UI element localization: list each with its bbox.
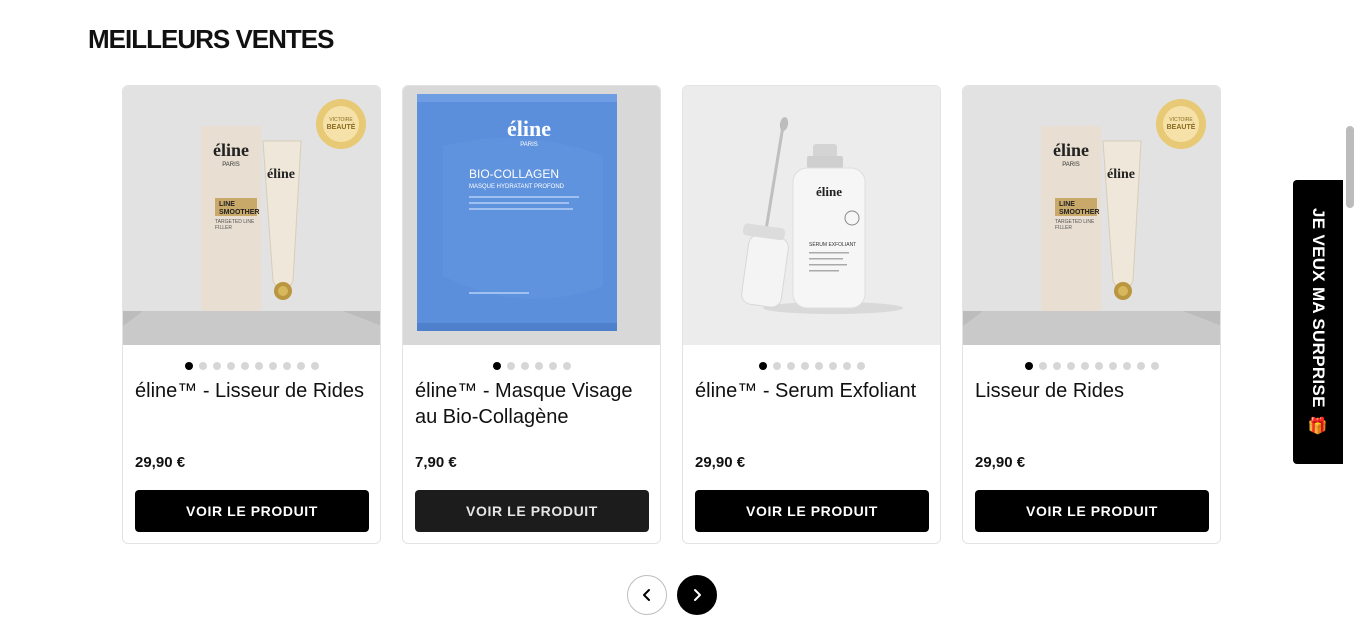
pagination-dot[interactable] [184,362,193,370]
svg-text:PARIS: PARIS [222,162,240,168]
view-product-button[interactable]: VOIR LE PRODUIT [135,490,369,532]
pagination-dot[interactable] [254,362,263,370]
pagination-dot[interactable] [562,362,571,370]
product-title[interactable]: éline™ - Masque Visage au Bio-Collagène [415,378,653,430]
product-image[interactable]: éline PARIS BIO-COLLAGEN MASQUE HYDRATAN… [403,86,660,345]
svg-text:VICTOIRE: VICTOIRE [329,117,353,123]
product-card[interactable]: éline PARIS LINE SMOOTHER TARGETED LINE … [122,85,381,544]
pagination-dot[interactable] [296,362,305,370]
image-pagination-dots[interactable] [963,362,1220,370]
pagination-dot[interactable] [548,362,557,370]
product-title[interactable]: éline™ - Lisseur de Rides [135,378,373,404]
pagination-dot[interactable] [520,362,529,370]
product-image[interactable]: éline SÉRUM EXFOLIANT [683,86,940,345]
pagination-dot[interactable] [1066,362,1075,370]
product-card[interactable]: éline PARIS BIO-COLLAGEN MASQUE HYDRATAN… [402,85,661,544]
pagination-dot[interactable] [828,362,837,370]
svg-text:SMOOTHER: SMOOTHER [219,209,259,216]
pagination-dot[interactable] [212,362,221,370]
view-product-button[interactable]: VOIR LE PRODUIT [695,490,929,532]
section-title: MEILLEURS VENTES [88,24,334,54]
chevron-right-icon [694,589,701,601]
pagination-dot[interactable] [492,362,501,370]
surprise-tab-label: JE VEUX MA SURPRISE [1309,208,1329,408]
view-product-button[interactable]: VOIR LE PRODUIT [415,490,649,532]
view-product-button[interactable]: VOIR LE PRODUIT [975,490,1209,532]
svg-text:VICTOIRE: VICTOIRE [1169,117,1193,123]
pagination-dot[interactable] [1024,362,1033,370]
pagination-dot[interactable] [1136,362,1145,370]
svg-text:FILLER: FILLER [215,225,232,231]
product-price: 29,90 € [695,454,746,471]
product-price: 29,90 € [975,454,1026,471]
pagination-dot[interactable] [1052,362,1061,370]
svg-text:éline: éline [213,140,249,160]
pagination-dot[interactable] [268,362,277,370]
svg-text:BEAUTÉ: BEAUTÉ [1167,122,1196,131]
pagination-dot[interactable] [226,362,235,370]
pagination-dot[interactable] [1122,362,1131,370]
svg-text:FILLER: FILLER [1055,225,1072,231]
image-pagination-dots[interactable] [403,362,660,370]
pagination-dot[interactable] [240,362,249,370]
svg-text:LINE: LINE [1059,201,1075,208]
svg-text:éline: éline [1107,167,1135,182]
image-pagination-dots[interactable] [123,362,380,370]
pagination-dot[interactable] [506,362,515,370]
carousel-next-button[interactable] [677,575,717,615]
svg-text:éline: éline [507,116,551,141]
svg-text:MASQUE HYDRATANT PROFOND: MASQUE HYDRATANT PROFOND [469,184,565,190]
product-image[interactable]: éline PARIS LINE SMOOTHER TARGETED LINE … [963,86,1220,345]
image-pagination-dots[interactable] [683,362,940,370]
product-price: 29,90 € [135,454,186,471]
svg-text:éline: éline [1053,140,1089,160]
pagination-dot[interactable] [856,362,865,370]
pagination-dot[interactable] [772,362,781,370]
product-title[interactable]: éline™ - Serum Exfoliant [695,378,933,404]
pagination-dot[interactable] [800,362,809,370]
chevron-left-icon [643,589,650,601]
pagination-dot[interactable] [1080,362,1089,370]
scrollbar-thumb[interactable] [1346,126,1354,208]
pagination-dot[interactable] [198,362,207,370]
product-price: 7,90 € [415,454,457,471]
product-card[interactable]: éline PARIS LINE SMOOTHER TARGETED LINE … [962,85,1221,544]
carousel-prev-button[interactable] [627,575,667,615]
pagination-dot[interactable] [1150,362,1159,370]
svg-text:SÉRUM EXFOLIANT: SÉRUM EXFOLIANT [809,241,856,248]
pagination-dot[interactable] [786,362,795,370]
carousel-navigation [627,575,717,615]
svg-text:PARIS: PARIS [1062,162,1080,168]
pagination-dot[interactable] [282,362,291,370]
pagination-dot[interactable] [814,362,823,370]
svg-text:éline: éline [267,167,295,182]
svg-text:éline: éline [816,184,842,199]
pagination-dot[interactable] [1108,362,1117,370]
page-scrollbar[interactable] [1346,0,1354,644]
pagination-dot[interactable] [758,362,767,370]
svg-text:BEAUTÉ: BEAUTÉ [327,122,356,131]
product-carousel: éline PARIS LINE SMOOTHER TARGETED LINE … [122,85,1221,544]
product-image[interactable]: éline PARIS LINE SMOOTHER TARGETED LINE … [123,86,380,345]
pagination-dot[interactable] [1094,362,1103,370]
pagination-dot[interactable] [534,362,543,370]
pagination-dot[interactable] [310,362,319,370]
product-card[interactable]: éline SÉRUM EXFOLIANT éline™ - Serum Exf… [682,85,941,544]
gift-icon: 🎁 [1307,417,1329,435]
svg-text:BIO-COLLAGEN: BIO-COLLAGEN [469,167,559,181]
pagination-dot[interactable] [842,362,851,370]
surprise-side-tab[interactable]: JE VEUX MA SURPRISE 🎁 [1293,180,1343,464]
svg-text:SMOOTHER: SMOOTHER [1059,209,1099,216]
product-title[interactable]: Lisseur de Rides [975,378,1213,404]
svg-text:PARIS: PARIS [520,142,538,148]
pagination-dot[interactable] [1038,362,1047,370]
svg-text:LINE: LINE [219,201,235,208]
